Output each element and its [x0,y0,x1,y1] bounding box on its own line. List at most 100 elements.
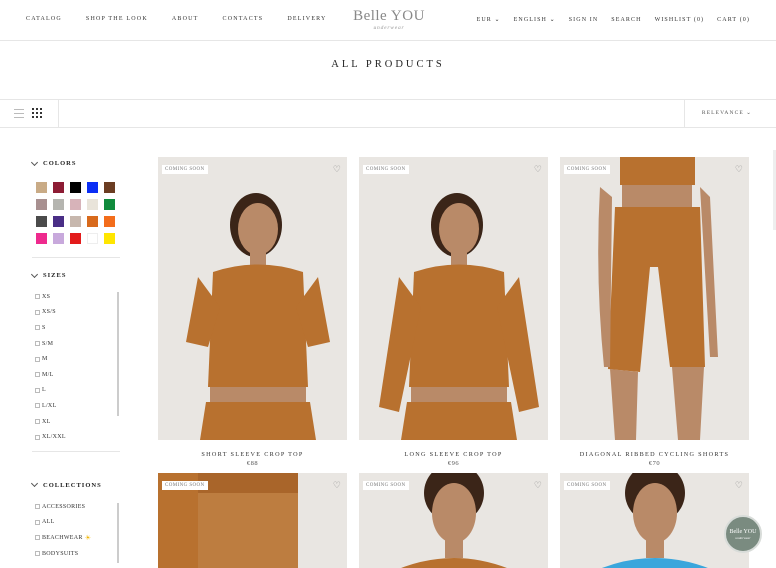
wishlist-heart-icon[interactable]: ♡ [534,165,542,174]
wishlist-heart-icon[interactable]: ♡ [735,165,743,174]
color-swatch[interactable] [70,182,81,193]
color-swatch[interactable] [104,199,115,210]
size-option-label: XL/XXL [42,434,66,441]
product-image[interactable]: COMING SOON ♡ [158,473,347,568]
checkbox[interactable] [35,372,40,378]
toolbar-divider [58,100,59,128]
color-swatch[interactable] [87,233,98,244]
sign-in-link[interactable]: SIGN IN [569,17,599,23]
sort-dropdown[interactable]: RELEVANCE [702,110,752,116]
size-option[interactable]: S/M [32,336,122,352]
checkbox[interactable] [35,294,40,300]
color-swatch[interactable] [36,182,47,193]
color-swatch[interactable] [53,233,64,244]
color-swatch[interactable] [70,233,81,244]
size-option-label: L [42,387,46,394]
search-link[interactable]: SEARCH [611,17,641,23]
checkbox[interactable] [35,341,40,347]
product-card[interactable]: COMING SOON ♡ [158,473,347,568]
coming-soon-badge: COMING SOON [564,481,610,490]
color-swatch[interactable] [87,199,98,210]
colors-filter-toggle[interactable]: COLORS [30,158,122,167]
brand-logo[interactable]: Belle YOU underwear [348,8,430,31]
size-option[interactable]: XL/XXL [32,429,122,445]
language-selector[interactable]: ENGLISH [514,16,556,23]
product-name[interactable]: SHORT SLEEVE CROP TOP [158,451,347,458]
collection-option[interactable]: ACCESSORIES [32,499,122,515]
checkbox[interactable] [35,403,40,409]
color-swatch[interactable] [87,182,98,193]
wishlist-heart-icon[interactable]: ♡ [333,481,341,490]
size-list-scrollbar[interactable] [117,292,119,416]
wishlist-heart-icon[interactable]: ♡ [534,481,542,490]
product-image[interactable]: COMING SOON ♡ [560,157,749,440]
checkbox[interactable] [35,434,40,440]
collection-option[interactable]: BEACHWEAR ☀ [32,530,122,546]
chat-widget-button[interactable]: Belle YOU underwear [724,515,762,553]
checkbox[interactable] [35,519,40,525]
collection-option[interactable]: ALL [32,515,122,531]
product-image[interactable]: COMING SOON ♡ [359,157,548,440]
collection-option[interactable]: BODYSUITS [32,546,122,562]
product-name[interactable]: LONG SLEEVE CROP TOP [359,451,548,458]
checkbox[interactable] [35,419,40,425]
wishlist-heart-icon[interactable]: ♡ [333,165,341,174]
chevron-down-icon [30,158,39,166]
coming-soon-badge: COMING SOON [363,481,409,490]
chevron-down-icon [30,480,39,488]
size-option[interactable]: XS/S [32,305,122,321]
product-image[interactable]: COMING SOON ♡ [560,473,749,568]
product-card[interactable]: COMING SOON ♡ [359,473,548,568]
collections-filter-toggle[interactable]: COLLECTIONS [30,480,122,489]
color-swatch[interactable] [104,233,115,244]
divider [32,450,120,452]
size-option[interactable]: M/L [32,367,122,383]
nav-contacts[interactable]: CONTACTS [223,16,264,22]
product-card[interactable]: COMING SOON ♡ SHORT SLEEVE CROP TOP €88 [158,157,347,467]
checkbox[interactable] [35,551,40,557]
size-option[interactable]: L [32,383,122,399]
size-option-label: S [42,324,46,331]
product-card[interactable]: COMING SOON ♡ LONG SLEEVE CROP TOP €96 [359,157,548,467]
list-view-icon[interactable] [14,109,24,119]
nav-catalog[interactable]: CATALOG [26,16,62,22]
size-option[interactable]: XS [32,289,122,305]
color-swatch[interactable] [70,216,81,227]
color-swatch[interactable] [36,199,47,210]
product-card[interactable]: COMING SOON ♡ DIAGONAL RIBBED CYCLING SHOR… [560,157,749,467]
size-option[interactable]: M [32,351,122,367]
nav-about[interactable]: ABOUT [172,16,199,22]
product-card[interactable]: COMING SOON ♡ [560,473,749,568]
color-swatch[interactable] [36,233,47,244]
color-swatch[interactable] [104,182,115,193]
size-option[interactable]: L/XL [32,398,122,414]
product-image[interactable]: COMING SOON ♡ [158,157,347,440]
checkbox[interactable] [35,309,40,315]
color-swatch[interactable] [53,199,64,210]
color-swatch[interactable] [53,182,64,193]
page-title: ALL PRODUCTS [331,59,445,70]
color-swatch[interactable] [53,216,64,227]
color-swatch[interactable] [70,199,81,210]
checkbox[interactable] [35,387,40,393]
color-swatch[interactable] [87,216,98,227]
product-name[interactable]: DIAGONAL RIBBED CYCLING SHORTS [560,451,749,458]
checkbox[interactable] [35,535,40,541]
color-swatch[interactable] [104,216,115,227]
currency-selector[interactable]: EUR [477,16,501,23]
size-option[interactable]: XL [32,414,122,430]
collection-list-scrollbar[interactable] [117,502,119,563]
wishlist-link[interactable]: WISHLIST (0) [655,17,705,23]
grid-view-icon[interactable] [32,108,42,118]
color-swatch[interactable] [36,216,47,227]
nav-delivery[interactable]: DELIVERY [287,16,326,22]
checkbox[interactable] [35,325,40,331]
checkbox[interactable] [35,504,40,510]
wishlist-heart-icon[interactable]: ♡ [735,481,743,490]
cart-link[interactable]: CART (0) [717,17,750,23]
nav-shop-the-look[interactable]: SHOP THE LOOK [86,16,148,22]
checkbox[interactable] [35,356,40,362]
product-image[interactable]: COMING SOON ♡ [359,473,548,568]
sizes-filter-toggle[interactable]: SIZES [30,270,122,279]
size-option[interactable]: S [32,320,122,336]
